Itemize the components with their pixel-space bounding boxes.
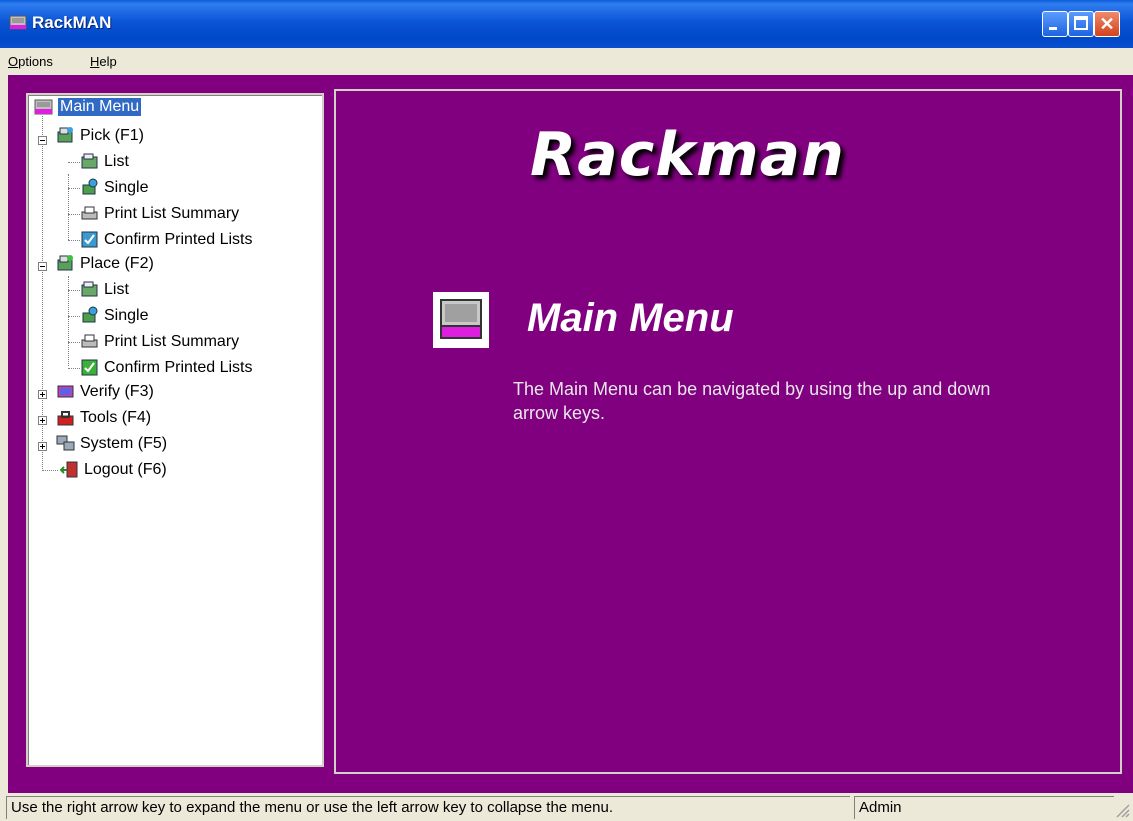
- menu-help-label: elp: [99, 54, 117, 69]
- place-icon: [57, 255, 73, 271]
- status-message: Use the right arrow key to expand the me…: [6, 796, 850, 819]
- tree-line: [68, 342, 80, 343]
- checklist-icon: [81, 231, 98, 248]
- tree-line: [68, 290, 80, 291]
- list-icon: [81, 281, 98, 297]
- menu-help[interactable]: Help: [90, 54, 117, 69]
- list-icon: [81, 153, 98, 169]
- tree-line: [68, 240, 80, 241]
- tree-line: [68, 188, 80, 189]
- section-heading: Main Menu: [527, 296, 734, 340]
- content-panel: [334, 89, 1122, 774]
- tree-label: Confirm Printed Lists: [104, 359, 253, 376]
- menu-options-label: ptions: [18, 54, 53, 69]
- network-computer-icon: [56, 435, 75, 451]
- section-description: The Main Menu can be navigated by using …: [513, 379, 991, 423]
- app-icon: [9, 15, 27, 30]
- expand-icon[interactable]: [38, 442, 47, 451]
- verify-icon: [57, 385, 74, 398]
- maximize-button[interactable]: [1068, 11, 1094, 37]
- close-icon: ✕: [1099, 14, 1115, 34]
- tree-label: Place (F2): [80, 255, 154, 272]
- title-bar[interactable]: RackMAN ✕: [0, 0, 1133, 48]
- tree-label: List: [104, 281, 129, 298]
- minimize-button[interactable]: [1042, 11, 1068, 37]
- tree-line: [68, 368, 80, 369]
- tree-line: [68, 214, 80, 215]
- expand-icon[interactable]: [38, 390, 47, 399]
- toolbox-icon: [57, 411, 74, 426]
- tree-line: [42, 470, 58, 471]
- menu-options-mnemonic: O: [8, 54, 19, 69]
- tree-label: Pick (F1): [80, 127, 144, 144]
- tree-label: Main Menu: [58, 98, 142, 116]
- minimize-icon: [1049, 27, 1057, 30]
- tree-label: System (F5): [80, 435, 168, 452]
- tree-label: Print List Summary: [104, 205, 240, 222]
- single-icon: [82, 306, 98, 323]
- expand-icon[interactable]: [38, 416, 47, 425]
- menu-options[interactable]: Options: [8, 54, 53, 69]
- navigation-tree[interactable]: [26, 93, 324, 767]
- tree-label: Confirm Printed Lists: [104, 231, 253, 248]
- resize-grip-icon[interactable]: [1112, 800, 1130, 818]
- tree-label: Single: [104, 307, 149, 324]
- computer-icon: [433, 292, 489, 348]
- tree-label: List: [104, 153, 129, 170]
- maximize-icon: [1074, 16, 1088, 30]
- menu-help-mnemonic: H: [90, 54, 100, 69]
- tree-line: [68, 174, 69, 240]
- tree-label: Logout (F6): [84, 461, 167, 478]
- printer-icon: [81, 334, 98, 348]
- tree-label: Print List Summary: [104, 333, 240, 350]
- close-button[interactable]: ✕: [1094, 11, 1120, 37]
- tree-line: [68, 316, 80, 317]
- collapse-icon[interactable]: [38, 262, 47, 271]
- status-user: Admin: [854, 796, 1114, 819]
- checklist-icon: [81, 359, 98, 376]
- tree-label: Single: [104, 179, 149, 196]
- door-exit-icon: [60, 461, 78, 478]
- tree-label: Verify (F3): [80, 383, 154, 400]
- pick-icon: [57, 127, 73, 143]
- printer-icon: [81, 206, 98, 220]
- tree-label: Tools (F4): [80, 409, 152, 426]
- tree-line: [68, 162, 80, 163]
- menu-bar: Options Help: [0, 48, 1133, 75]
- computer-icon: [34, 99, 53, 115]
- brand-title: Rackman: [530, 120, 845, 190]
- collapse-icon[interactable]: [38, 136, 47, 145]
- single-icon: [82, 178, 98, 195]
- window-title: RackMAN: [32, 13, 112, 32]
